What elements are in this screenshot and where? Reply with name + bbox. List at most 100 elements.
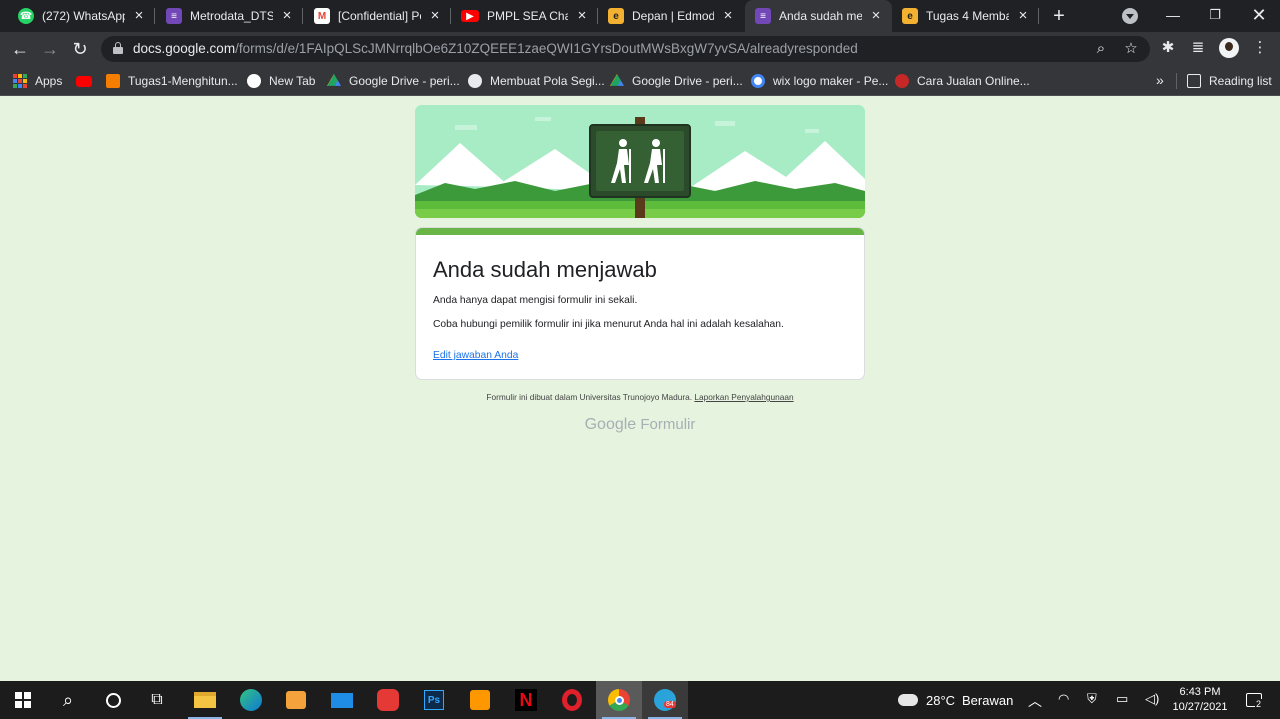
bookmark-tugas1[interactable]: Tugas1-Menghitun... <box>106 72 238 90</box>
media-control-icon[interactable]: ≣ <box>1188 38 1208 58</box>
menu-kebab-icon[interactable]: ⋮ <box>1250 38 1270 58</box>
message-submitted-once: Anda hanya dapat mengisi formulir ini se… <box>433 295 638 306</box>
tab-edmodo[interactable]: e Depan | Edmodo × <box>598 0 744 32</box>
forward-button[interactable]: → <box>37 36 63 62</box>
show-hidden-icons-chevron-icon[interactable]: ︿ <box>1028 691 1042 711</box>
forms-wordmark: Formulir <box>640 416 696 433</box>
google-wordmark: Google <box>584 416 637 433</box>
more-bookmarks-chevron-icon[interactable]: » <box>1156 72 1164 88</box>
mail-icon[interactable] <box>319 681 365 719</box>
tab-title: Tugas 4 Memban <box>926 9 1009 23</box>
extensions-puzzle-icon[interactable]: ✱ <box>1158 38 1178 58</box>
start-button[interactable] <box>0 681 46 719</box>
photoshop-icon[interactable]: Ps <box>411 681 457 719</box>
bookmark-membuat-pola[interactable]: Membuat Pola Segi... <box>468 72 605 90</box>
telegram-unread-badge: 84 <box>664 701 676 708</box>
message-contact-owner: Coba hubungi pemilik formulir ini jika m… <box>433 319 784 330</box>
bookmarks-bar: Apps Tugas1-Menghitun... New Tab Google … <box>0 65 1280 96</box>
volume-icon[interactable]: ◁) <box>1145 691 1159 707</box>
browser-toolbar: ← → ↻ docs.google.com/forms/d/e/1FAIpQLS… <box>0 32 1280 65</box>
opera-icon[interactable] <box>549 681 595 719</box>
bookmark-youtube[interactable] <box>76 72 100 90</box>
close-icon[interactable]: × <box>574 8 590 24</box>
wifi-icon[interactable]: ◠ <box>1058 691 1069 707</box>
whatsapp-icon: ☎ <box>18 8 34 24</box>
tab-confidential[interactable]: M [Confidential] Pos × <box>304 0 451 32</box>
lock-icon[interactable] <box>113 42 123 54</box>
hiking-banner-illustration <box>415 105 865 218</box>
close-icon[interactable]: × <box>720 8 736 24</box>
google-icon <box>751 74 765 88</box>
globe-icon <box>468 74 482 88</box>
google-forms-icon: ≡ <box>755 8 771 24</box>
bookmark-apps[interactable]: Apps <box>13 72 62 90</box>
reading-list-icon <box>1187 74 1201 88</box>
tab-active-form[interactable]: ≡ Anda sudah menj × <box>745 0 892 32</box>
reload-button[interactable]: ↻ <box>67 36 93 62</box>
address-bar[interactable]: docs.google.com/forms/d/e/1FAIpQLScJMNrr… <box>101 36 1150 62</box>
clock-date: 10/27/2021 <box>1172 701 1228 713</box>
sublime-text-icon[interactable] <box>457 681 503 719</box>
close-icon[interactable]: × <box>1015 8 1031 24</box>
close-icon[interactable]: × <box>868 8 884 24</box>
close-icon[interactable]: × <box>131 8 147 24</box>
system-clock[interactable]: 6:43 PM 10/27/2021 <box>1170 685 1230 715</box>
tab-title: Metrodata_DTS E <box>190 9 273 23</box>
card-accent-bar <box>416 228 864 235</box>
windows-logo-icon <box>15 692 31 708</box>
bookmark-star-icon[interactable]: ☆ <box>1121 39 1141 59</box>
edit-response-link[interactable]: Edit jawaban Anda <box>433 350 518 361</box>
tab-search-icon[interactable] <box>1122 8 1138 24</box>
bookmark-google-drive-1[interactable]: Google Drive - peri... <box>327 72 460 90</box>
url-text[interactable]: docs.google.com/forms/d/e/1FAIpQLScJMNrr… <box>133 41 858 56</box>
zoom-icon[interactable]: ⌕ <box>1091 39 1111 59</box>
site-icon <box>895 74 909 88</box>
tab-strip: ☎ (272) WhatsApp × ≡ Metrodata_DTS E × M… <box>0 0 1280 32</box>
profile-avatar[interactable] <box>1219 38 1239 58</box>
bookmark-cara-jualan[interactable]: Cara Jualan Online... <box>895 72 1030 90</box>
clock-time: 6:43 PM <box>1179 686 1221 698</box>
google-forms-logo[interactable]: Google Formulir <box>415 416 865 434</box>
bookmark-wix-logo[interactable]: wix logo maker - Pe... <box>751 72 888 90</box>
form-header-banner <box>415 105 865 218</box>
new-tab-icon <box>247 74 261 88</box>
telegram-icon[interactable]: 84 <box>642 681 688 719</box>
bookmark-google-drive-2[interactable]: Google Drive - peri... <box>610 72 743 90</box>
gmail-icon: M <box>314 8 330 24</box>
battery-icon[interactable]: ▭ <box>1116 691 1128 707</box>
tab-pmpl[interactable]: ▶ PMPL SEA Champ × <box>451 0 598 32</box>
edge-icon[interactable] <box>228 681 274 719</box>
report-abuse-link[interactable]: Laporkan Penyalahgunaan <box>694 392 793 402</box>
already-responded-card: Anda sudah menjawab Anda hanya dapat men… <box>415 227 865 380</box>
close-window-button[interactable]: ✕ <box>1236 0 1280 32</box>
tab-metrodata[interactable]: ≡ Metrodata_DTS E × <box>156 0 303 32</box>
footnote-text: Formulir ini dibuat dalam Universitas Tr… <box>486 392 693 402</box>
page-title: Anda sudah menjawab <box>433 257 657 282</box>
minimize-button[interactable]: — <box>1150 0 1196 32</box>
search-icon[interactable]: ⌕ <box>45 681 91 719</box>
reading-list-button[interactable]: Reading list <box>1187 72 1272 90</box>
back-button[interactable]: ← <box>7 36 33 62</box>
weather-temperature[interactable]: 28°C <box>926 693 955 708</box>
weather-description[interactable]: Berawan <box>962 693 1013 708</box>
tab-tugas4[interactable]: e Tugas 4 Memban × <box>892 0 1039 32</box>
notification-center-icon[interactable]: 2 <box>1234 681 1274 719</box>
antivirus-icon[interactable]: ⛨ <box>1087 691 1097 707</box>
tab-title: (272) WhatsApp <box>42 9 125 23</box>
file-explorer-icon[interactable] <box>182 681 228 719</box>
close-icon[interactable]: × <box>279 8 295 24</box>
bandicam-icon[interactable] <box>365 681 411 719</box>
new-tab-button[interactable]: + <box>1047 4 1071 28</box>
bookmark-new-tab[interactable]: New Tab <box>247 72 315 90</box>
media-player-icon[interactable] <box>273 681 319 719</box>
netflix-icon[interactable]: N <box>503 681 549 719</box>
tab-whatsapp[interactable]: ☎ (272) WhatsApp × <box>8 0 155 32</box>
notification-count-badge: 2 <box>1255 699 1263 709</box>
cortana-icon[interactable] <box>90 681 136 719</box>
task-view-icon[interactable]: ⧉ <box>134 681 180 719</box>
chrome-taskbar-icon[interactable] <box>596 681 642 719</box>
restore-button[interactable]: ❐ <box>1192 0 1238 32</box>
weather-cloud-icon[interactable] <box>893 681 923 719</box>
youtube-icon: ▶ <box>461 10 479 22</box>
close-icon[interactable]: × <box>427 8 443 24</box>
